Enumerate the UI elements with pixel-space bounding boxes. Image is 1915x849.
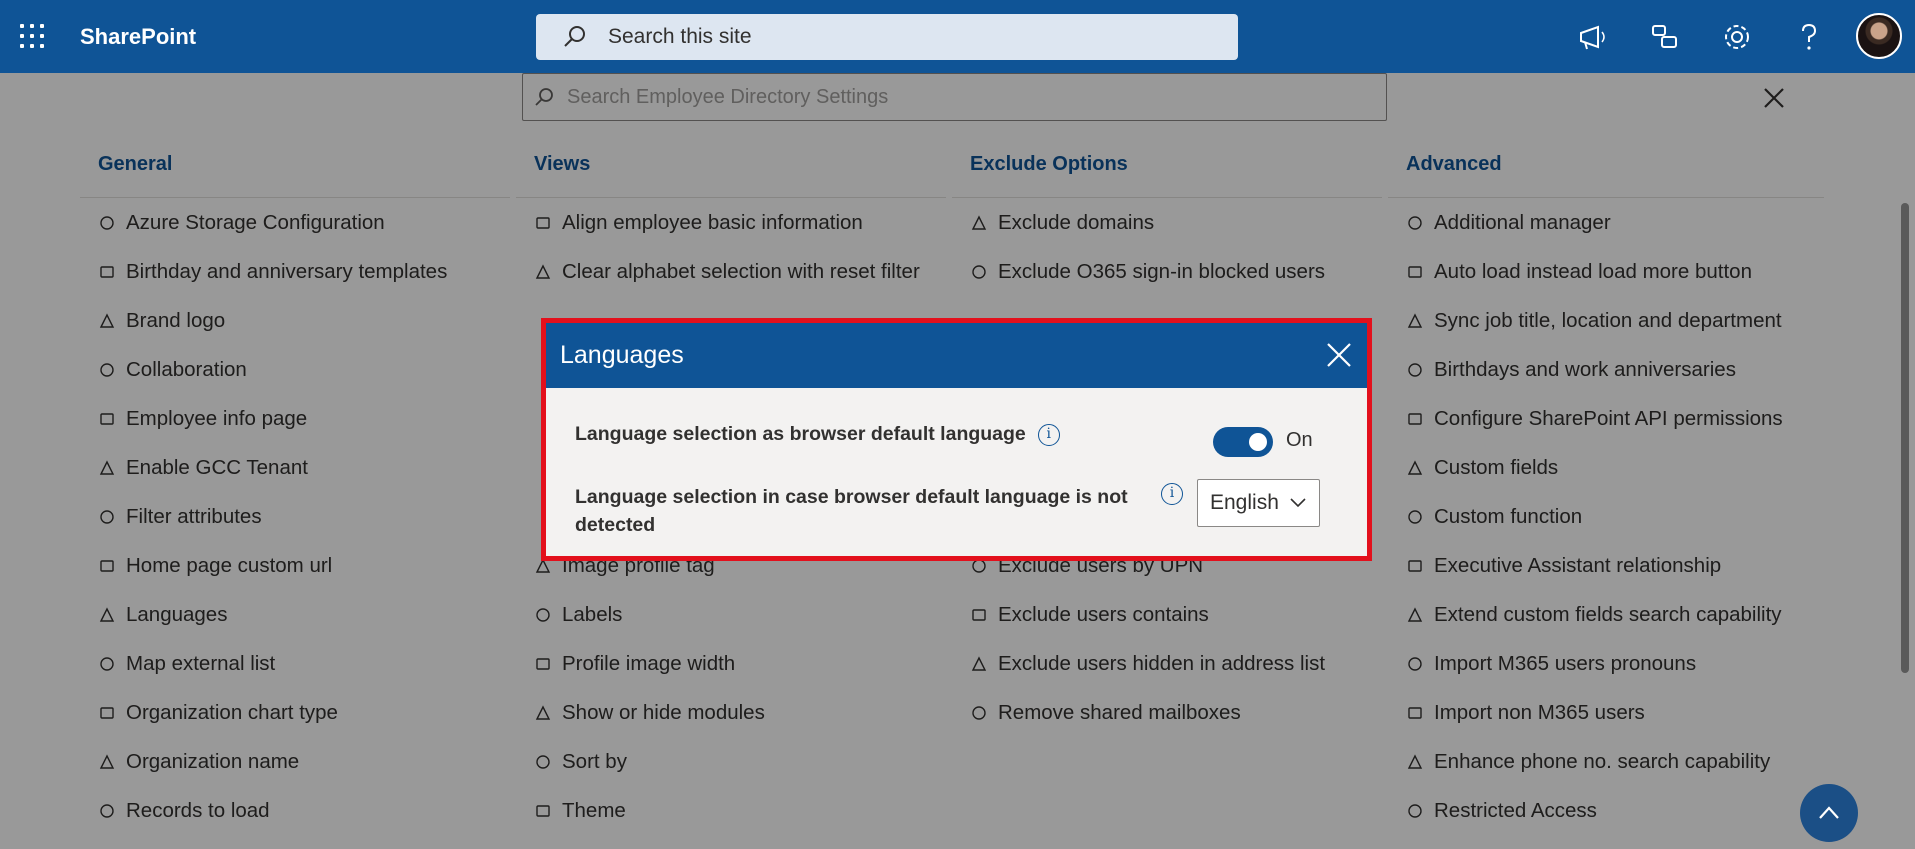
suite-bar: SharePoint Search this site bbox=[0, 0, 1915, 73]
site-search-placeholder: Search this site bbox=[608, 25, 752, 48]
dialog-header: Languages bbox=[546, 323, 1367, 388]
megaphone-icon[interactable] bbox=[1576, 20, 1610, 54]
avatar[interactable] bbox=[1856, 13, 1902, 59]
browser-language-toggle[interactable] bbox=[1213, 427, 1273, 457]
close-icon[interactable] bbox=[1325, 341, 1353, 369]
chevron-up-icon bbox=[1819, 806, 1839, 819]
scrollbar-thumb[interactable] bbox=[1901, 203, 1909, 673]
help-icon[interactable] bbox=[1792, 20, 1826, 54]
info-icon[interactable]: i bbox=[1161, 483, 1183, 505]
browser-language-label: Language selection as browser default la… bbox=[575, 423, 1026, 445]
browser-language-row: Language selection as browser default la… bbox=[575, 423, 1060, 446]
feedback-icon[interactable] bbox=[1648, 20, 1682, 54]
info-icon[interactable]: i bbox=[1037, 423, 1060, 446]
app-launcher-icon[interactable] bbox=[20, 24, 46, 50]
scrollbar[interactable] bbox=[1896, 73, 1915, 849]
brand-name[interactable]: SharePoint bbox=[80, 24, 196, 50]
chevron-down-icon bbox=[1290, 498, 1306, 508]
select-value: English bbox=[1210, 491, 1279, 514]
fallback-language-label: Language selection in case browser defau… bbox=[575, 486, 1128, 536]
fallback-language-select[interactable]: English bbox=[1197, 479, 1320, 527]
scroll-to-top-button[interactable] bbox=[1800, 784, 1858, 842]
languages-dialog: Languages Language selection as browser … bbox=[541, 318, 1372, 561]
gear-icon[interactable] bbox=[1720, 20, 1754, 54]
dialog-title: Languages bbox=[560, 341, 684, 369]
search-icon bbox=[564, 26, 585, 47]
toggle-state-label: On bbox=[1286, 429, 1313, 451]
site-search-box[interactable]: Search this site bbox=[536, 14, 1238, 60]
